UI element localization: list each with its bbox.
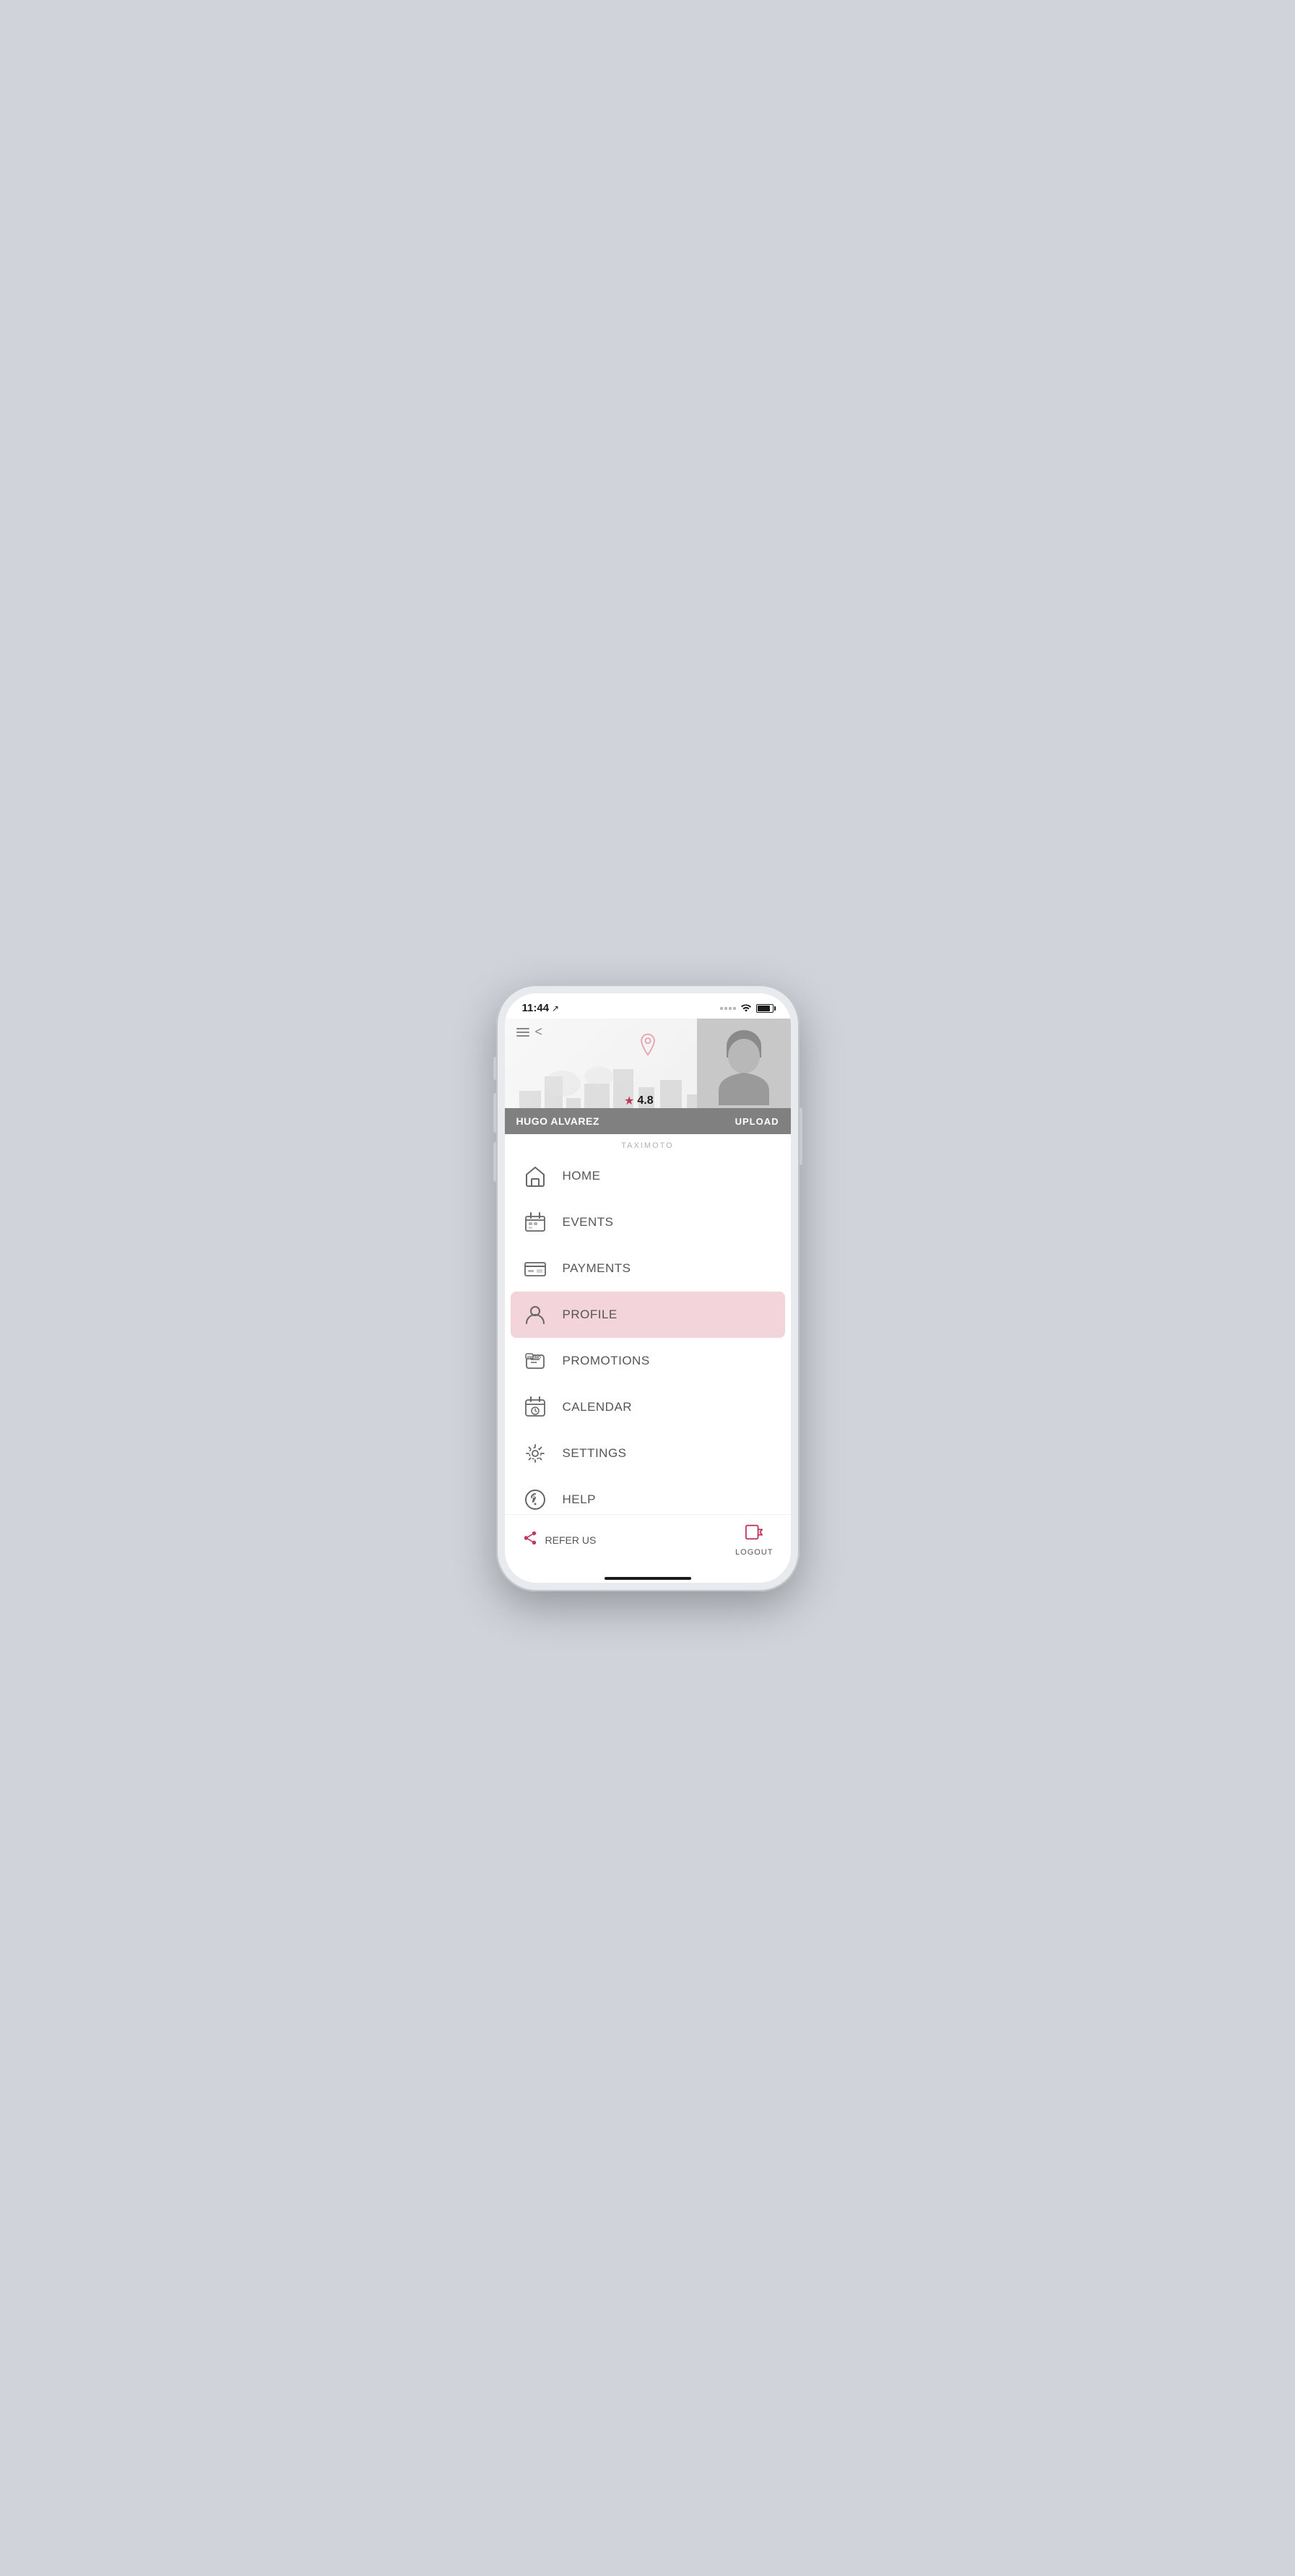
menu-item-promotions[interactable]: PROMO PROMOTIONS	[516, 1338, 779, 1384]
home-icon	[522, 1163, 548, 1189]
profile-photo	[697, 1019, 791, 1112]
home-indicator	[505, 1571, 791, 1583]
screen-content: <	[505, 1019, 791, 1514]
profile-icon	[522, 1302, 548, 1328]
logout-label: LOGOUT	[735, 1548, 773, 1557]
star-icon: ★	[624, 1094, 634, 1108]
logout-button[interactable]: LOGOUT	[735, 1523, 773, 1557]
rating-badge: ★ 4.8	[624, 1094, 654, 1108]
phone-screen: 11:44 ↗	[505, 993, 791, 1583]
menu-item-help[interactable]: i HELP	[516, 1477, 779, 1514]
location-arrow-icon: ↗	[552, 1003, 559, 1013]
payments-icon	[522, 1255, 548, 1281]
upload-button[interactable]: UPLOAD	[735, 1116, 779, 1127]
settings-icon	[522, 1440, 548, 1466]
menu-item-home[interactable]: HOME	[516, 1153, 779, 1199]
phone-frame: 11:44 ↗	[496, 985, 800, 1591]
menu-item-events-label: EVENTS	[563, 1215, 614, 1229]
nav-row: <	[516, 1024, 543, 1040]
signal-icon	[720, 1007, 736, 1010]
menu-item-profile-label: PROFILE	[563, 1308, 618, 1322]
refer-us-button[interactable]: REFER US	[522, 1530, 597, 1550]
rating-value: 4.8	[637, 1094, 653, 1107]
menu-item-promotions-label: PROMOTIONS	[563, 1354, 650, 1368]
menu-item-help-label: HELP	[563, 1492, 596, 1507]
menu-item-payments-label: PAYMENTS	[563, 1261, 631, 1276]
battery-icon	[756, 1004, 774, 1013]
logout-icon	[745, 1523, 763, 1545]
wifi-icon	[740, 1003, 752, 1013]
menu-list: HOME EVEN	[505, 1153, 791, 1514]
user-name: HUGO ALVAREZ	[516, 1115, 599, 1127]
share-icon	[522, 1530, 538, 1550]
back-button[interactable]: <	[535, 1024, 543, 1040]
status-icons	[720, 1003, 774, 1013]
help-icon: i	[522, 1487, 548, 1513]
menu-item-home-label: HOME	[563, 1169, 601, 1183]
status-time: 11:44	[522, 1002, 550, 1014]
app-label: TAXIMOTO	[505, 1134, 791, 1153]
menu-item-calendar-label: CALENDAR	[563, 1400, 633, 1414]
location-pin-icon	[636, 1033, 659, 1060]
hamburger-menu-button[interactable]	[516, 1028, 529, 1037]
events-icon	[522, 1209, 548, 1235]
profile-bar: HUGO ALVAREZ UPLOAD	[505, 1108, 791, 1134]
svg-text:PROMO: PROMO	[527, 1356, 541, 1360]
calendar-icon	[522, 1394, 548, 1420]
menu-item-settings-label: SETTINGS	[563, 1446, 627, 1461]
refer-us-label: REFER US	[545, 1534, 597, 1546]
bottom-bar: REFER US LOGOUT	[505, 1514, 791, 1571]
promotions-icon: PROMO	[522, 1348, 548, 1374]
menu-item-settings[interactable]: SETTINGS	[516, 1430, 779, 1477]
menu-item-calendar[interactable]: CALENDAR	[516, 1384, 779, 1430]
status-bar: 11:44 ↗	[505, 993, 791, 1019]
menu-item-payments[interactable]: PAYMENTS	[516, 1245, 779, 1292]
menu-item-profile[interactable]: PROFILE	[511, 1292, 785, 1338]
menu-item-events[interactable]: EVENTS	[516, 1199, 779, 1245]
svg-text:i: i	[532, 1494, 534, 1505]
header-area: <	[505, 1019, 791, 1134]
